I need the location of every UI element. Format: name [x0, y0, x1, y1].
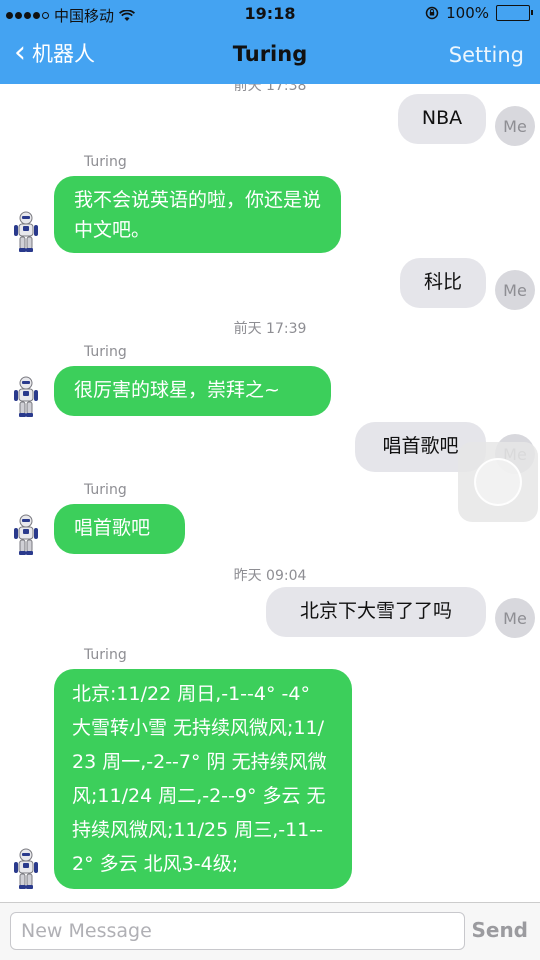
- setting-button[interactable]: Setting: [449, 43, 524, 67]
- message-bubble-bot[interactable]: 北京:11/22 周日,-1--4° -4° 大雪转小雪 无持续风微风;11/2…: [54, 669, 352, 889]
- navigation-bar: ‹ 机器人 Turing Setting: [0, 28, 540, 84]
- message-bubble-me[interactable]: 北京下大雪了了吗: [266, 587, 486, 637]
- status-right: 100%: [425, 4, 533, 22]
- robot-avatar-icon[interactable]: [12, 848, 40, 890]
- message-input[interactable]: [10, 912, 465, 950]
- top-bar: 中国移动 19:18 100% ‹ 机器人 Turing Setting: [0, 0, 540, 84]
- avatar-me[interactable]: Me: [495, 106, 535, 146]
- robot-avatar-icon[interactable]: [12, 211, 40, 253]
- robot-avatar-icon[interactable]: [12, 514, 40, 556]
- assistive-touch-button[interactable]: [458, 442, 538, 522]
- message-bubble-bot[interactable]: 唱首歌吧: [54, 504, 185, 554]
- rotation-lock-icon: [425, 6, 439, 20]
- message-bubble-me[interactable]: NBA: [398, 94, 486, 144]
- sender-name: Turing: [84, 647, 127, 663]
- send-button[interactable]: Send: [471, 918, 528, 942]
- message-input-bar: Send: [0, 902, 540, 960]
- message-bubble-bot[interactable]: 很厉害的球星，崇拜之~: [54, 366, 331, 416]
- timestamp: 前天 17:39: [233, 321, 307, 337]
- chat-scroll-area[interactable]: 前天 17:38 NBA Me Turing 我不会说英语的啦，你还是说中文吧。…: [0, 84, 540, 902]
- message-bubble-bot[interactable]: 我不会说英语的啦，你还是说中文吧。: [54, 176, 341, 253]
- battery-percent: 100%: [446, 4, 489, 22]
- assistive-touch-icon: [474, 458, 522, 506]
- message-bubble-me[interactable]: 科比: [400, 258, 486, 308]
- sender-name: Turing: [84, 482, 127, 498]
- avatar-me[interactable]: Me: [495, 270, 535, 310]
- avatar-me[interactable]: Me: [495, 598, 535, 638]
- robot-avatar-icon[interactable]: [12, 376, 40, 418]
- sender-name: Turing: [84, 344, 127, 360]
- status-bar: 中国移动 19:18 100%: [0, 0, 540, 28]
- timestamp: 昨天 09:04: [233, 568, 307, 584]
- battery-icon: [496, 5, 533, 21]
- sender-name: Turing: [84, 154, 127, 170]
